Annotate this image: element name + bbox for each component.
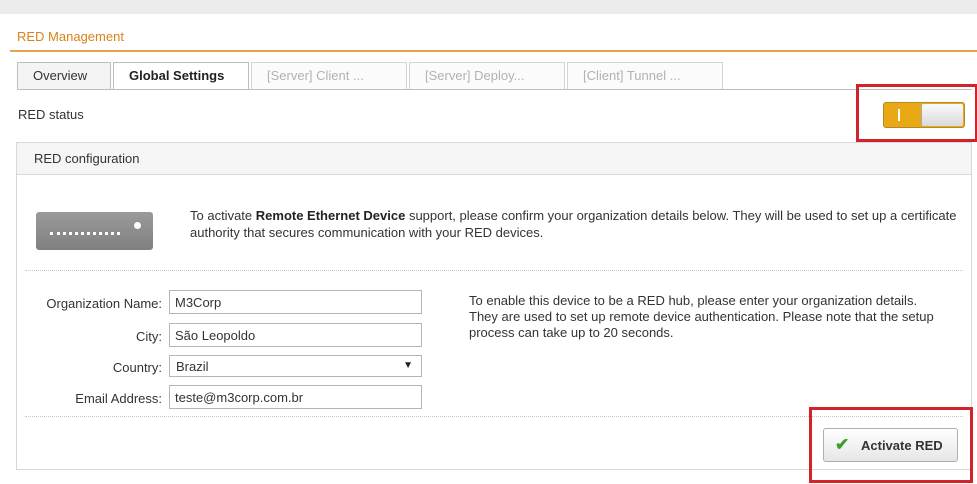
divider-top xyxy=(25,270,963,271)
red-status-label: RED status xyxy=(18,107,84,122)
hint-text: To enable this device to be a RED hub, p… xyxy=(469,293,934,340)
country-label: Country: xyxy=(112,360,162,375)
city-input[interactable] xyxy=(169,323,422,347)
red-device-icon xyxy=(36,212,153,250)
tab-global-settings[interactable]: Global Settings xyxy=(113,62,249,90)
section-divider xyxy=(10,50,977,52)
dropdown-arrow-icon: ▼ xyxy=(403,360,413,371)
top-strip xyxy=(0,0,977,14)
org-name-label: Organization Name: xyxy=(46,296,162,311)
tab-server-client[interactable]: [Server] Client ... xyxy=(251,62,407,89)
city-label: City: xyxy=(136,329,162,344)
device-led xyxy=(134,222,141,229)
email-label: Email Address: xyxy=(75,391,162,406)
tab-server-deploy[interactable]: [Server] Deploy... xyxy=(409,62,565,89)
tab-overview[interactable]: Overview xyxy=(17,62,111,89)
email-input[interactable] xyxy=(169,385,422,409)
intro-bold: Remote Ethernet Device xyxy=(255,208,406,223)
highlight-box-toggle xyxy=(856,84,977,142)
intro-text: To activate Remote Ethernet Device suppo… xyxy=(190,207,960,241)
panel-title: RED configuration xyxy=(34,151,140,166)
country-select[interactable]: Brazil ▼ xyxy=(169,355,422,377)
panel-header: RED configuration xyxy=(17,143,971,175)
tab-client-tunnel[interactable]: [Client] Tunnel ... xyxy=(567,62,723,89)
tabs-baseline xyxy=(17,89,972,90)
country-value: Brazil xyxy=(176,359,209,374)
intro-prefix: To activate xyxy=(190,208,256,223)
org-name-input[interactable] xyxy=(169,290,422,314)
device-ports xyxy=(50,232,120,236)
section-title: RED Management xyxy=(17,29,124,44)
highlight-box-button xyxy=(809,407,973,483)
